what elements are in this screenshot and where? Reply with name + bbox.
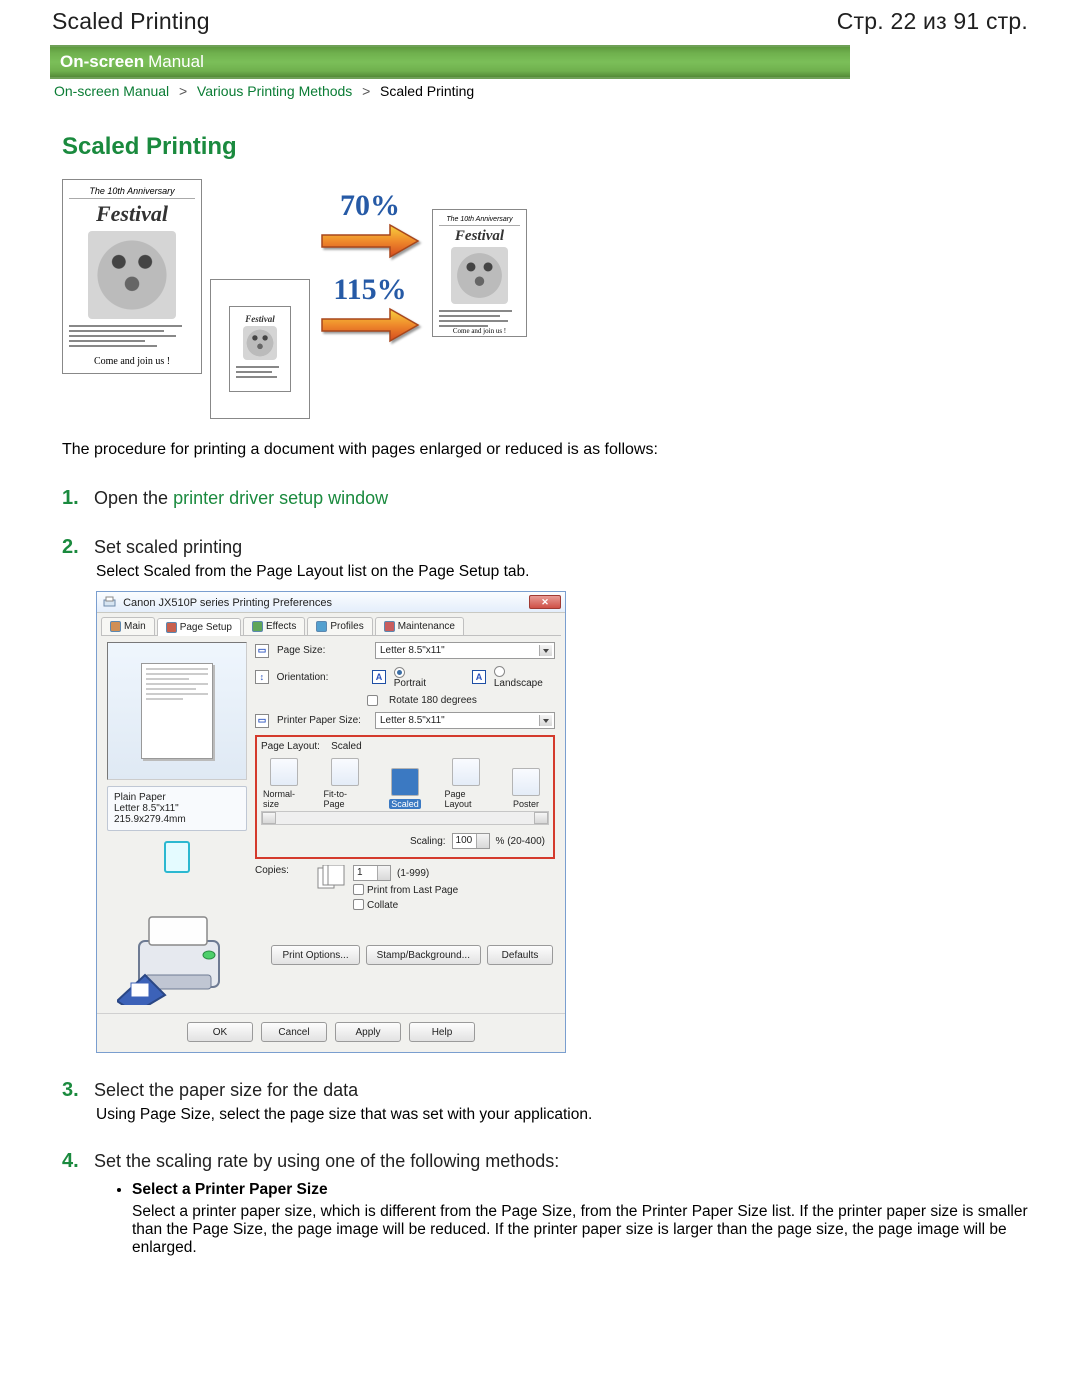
step-title: Set scaled printing	[94, 537, 242, 558]
cancel-button[interactable]: Cancel	[261, 1022, 327, 1042]
page-size-select[interactable]: Letter 8.5"x11"	[375, 642, 555, 659]
manual-banner: On-screen Manual	[50, 45, 850, 79]
copies-label: Copies:	[255, 865, 307, 876]
stamp-background-button[interactable]: Stamp/Background...	[366, 945, 481, 965]
tab-profiles[interactable]: Profiles	[307, 617, 372, 635]
page-title: Scaled Printing	[62, 133, 1030, 161]
step-body: Select Scaled from the Page Layout list …	[96, 563, 1030, 581]
hero-result-top: The 10th Anniversary Festival Come and j…	[432, 209, 527, 337]
intro-text: The procedure for printing a document wi…	[62, 441, 1030, 459]
breadcrumb-link-root[interactable]: On-screen Manual	[54, 83, 169, 99]
arrow-right-icon	[320, 223, 420, 259]
rotate-checkbox[interactable]	[367, 695, 378, 706]
page-indicator: Стр. 22 из 91 стр.	[837, 8, 1028, 35]
page-layout-label: Page Layout:	[261, 741, 320, 752]
landscape-icon: A	[472, 670, 486, 684]
step-number: 3.	[62, 1079, 84, 1102]
step-number: 2.	[62, 536, 84, 559]
layout-page-layout[interactable]: Page Layout	[445, 758, 487, 809]
copies-range: (1-999)	[397, 868, 429, 879]
defaults-button[interactable]: Defaults	[487, 945, 553, 965]
dog-icon	[88, 231, 176, 319]
hero-frame-small: Festival	[210, 279, 310, 419]
step-number: 1.	[62, 487, 84, 510]
header-left: Scaled Printing	[52, 8, 210, 35]
page-header: Scaled Printing Стр. 22 из 91 стр.	[50, 4, 1030, 45]
tab-page-setup[interactable]: Page Setup	[157, 618, 241, 636]
print-options-button[interactable]: Print Options...	[271, 945, 359, 965]
media-info: Plain Paper Letter 8.5"x11" 215.9x279.4m…	[107, 786, 247, 831]
dialog-tabs: Main Page Setup Effects Profiles Mainten…	[101, 617, 561, 636]
layout-fit[interactable]: Fit-to-Page	[324, 758, 366, 809]
tab-icon	[110, 621, 121, 632]
tab-icon	[252, 621, 263, 632]
sub-step-body: Select a printer paper size, which is di…	[132, 1203, 1028, 1256]
breadcrumb-current: Scaled Printing	[380, 83, 474, 99]
banner-rest: Manual	[148, 52, 204, 72]
printer-icon	[103, 596, 116, 609]
tab-icon	[316, 621, 327, 632]
print-last-checkbox[interactable]	[353, 884, 364, 895]
step-title: Set the scaling rate by using one of the…	[94, 1151, 559, 1172]
landscape-radio[interactable]	[494, 666, 505, 677]
scale-down-label: 115%	[333, 273, 406, 307]
portrait-icon: A	[372, 670, 386, 684]
scaling-label: Scaling:	[410, 836, 446, 847]
orientation-label: Orientation:	[277, 672, 364, 683]
printer-driver-link[interactable]: printer driver setup window	[173, 488, 388, 508]
arrow-right-icon	[320, 307, 420, 343]
scaling-spinner[interactable]: 100	[452, 833, 490, 849]
page-size-label: Page Size:	[277, 645, 367, 656]
copies-icon	[315, 865, 345, 891]
copies-spinner[interactable]: 1	[353, 865, 391, 881]
tab-main[interactable]: Main	[101, 617, 155, 635]
layout-scaled[interactable]: Scaled	[384, 768, 426, 809]
scaling-range: % (20-400)	[496, 836, 545, 847]
help-button[interactable]: Help	[409, 1022, 475, 1042]
page-preview	[107, 642, 247, 780]
step-body: Using Page Size, select the page size th…	[96, 1106, 1030, 1124]
tab-maintenance[interactable]: Maintenance	[375, 617, 464, 635]
dialog-title: Canon JX510P series Printing Preferences	[123, 597, 332, 609]
ok-button[interactable]: OK	[187, 1022, 253, 1042]
hero-original-card: The 10th Anniversary Festival Come and j…	[62, 179, 202, 374]
close-button[interactable]: ✕	[529, 595, 561, 609]
step-title: Select the paper size for the data	[94, 1080, 358, 1101]
hero-illustration: The 10th Anniversary Festival Come and j…	[62, 179, 1030, 419]
apply-button[interactable]: Apply	[335, 1022, 401, 1042]
collate-checkbox[interactable]	[353, 899, 364, 910]
page-size-icon: ▭	[255, 644, 269, 658]
orientation-icon: ↕	[255, 670, 269, 684]
banner-bold: On-screen	[60, 52, 144, 72]
layout-normal[interactable]: Normal-size	[263, 758, 305, 809]
orientation-preview-icon	[164, 841, 190, 873]
step-number: 4.	[62, 1150, 84, 1173]
breadcrumb-link-methods[interactable]: Various Printing Methods	[197, 83, 352, 99]
tab-icon	[166, 622, 177, 633]
tab-icon	[384, 621, 395, 632]
printer-illustration	[107, 881, 247, 1007]
portrait-radio[interactable]	[394, 667, 405, 678]
page-layout-highlight: Page Layout: Scaled Normal-size Fit-to-P…	[255, 735, 555, 859]
layout-scrollbar[interactable]	[261, 811, 549, 825]
printer-paper-icon: ▭	[255, 714, 269, 728]
sub-step-title: Select a Printer Paper Size	[132, 1181, 1030, 1199]
scale-up-label: 70%	[340, 189, 400, 223]
tab-effects[interactable]: Effects	[243, 617, 305, 635]
page-layout-value: Scaled	[331, 741, 362, 752]
print-preferences-dialog: Canon JX510P series Printing Preferences…	[96, 591, 566, 1053]
printer-paper-select[interactable]: Letter 8.5"x11"	[375, 712, 555, 729]
breadcrumb: On-screen Manual > Various Printing Meth…	[50, 79, 1030, 119]
layout-poster[interactable]: Poster	[505, 768, 547, 809]
printer-paper-label: Printer Paper Size:	[277, 715, 367, 726]
